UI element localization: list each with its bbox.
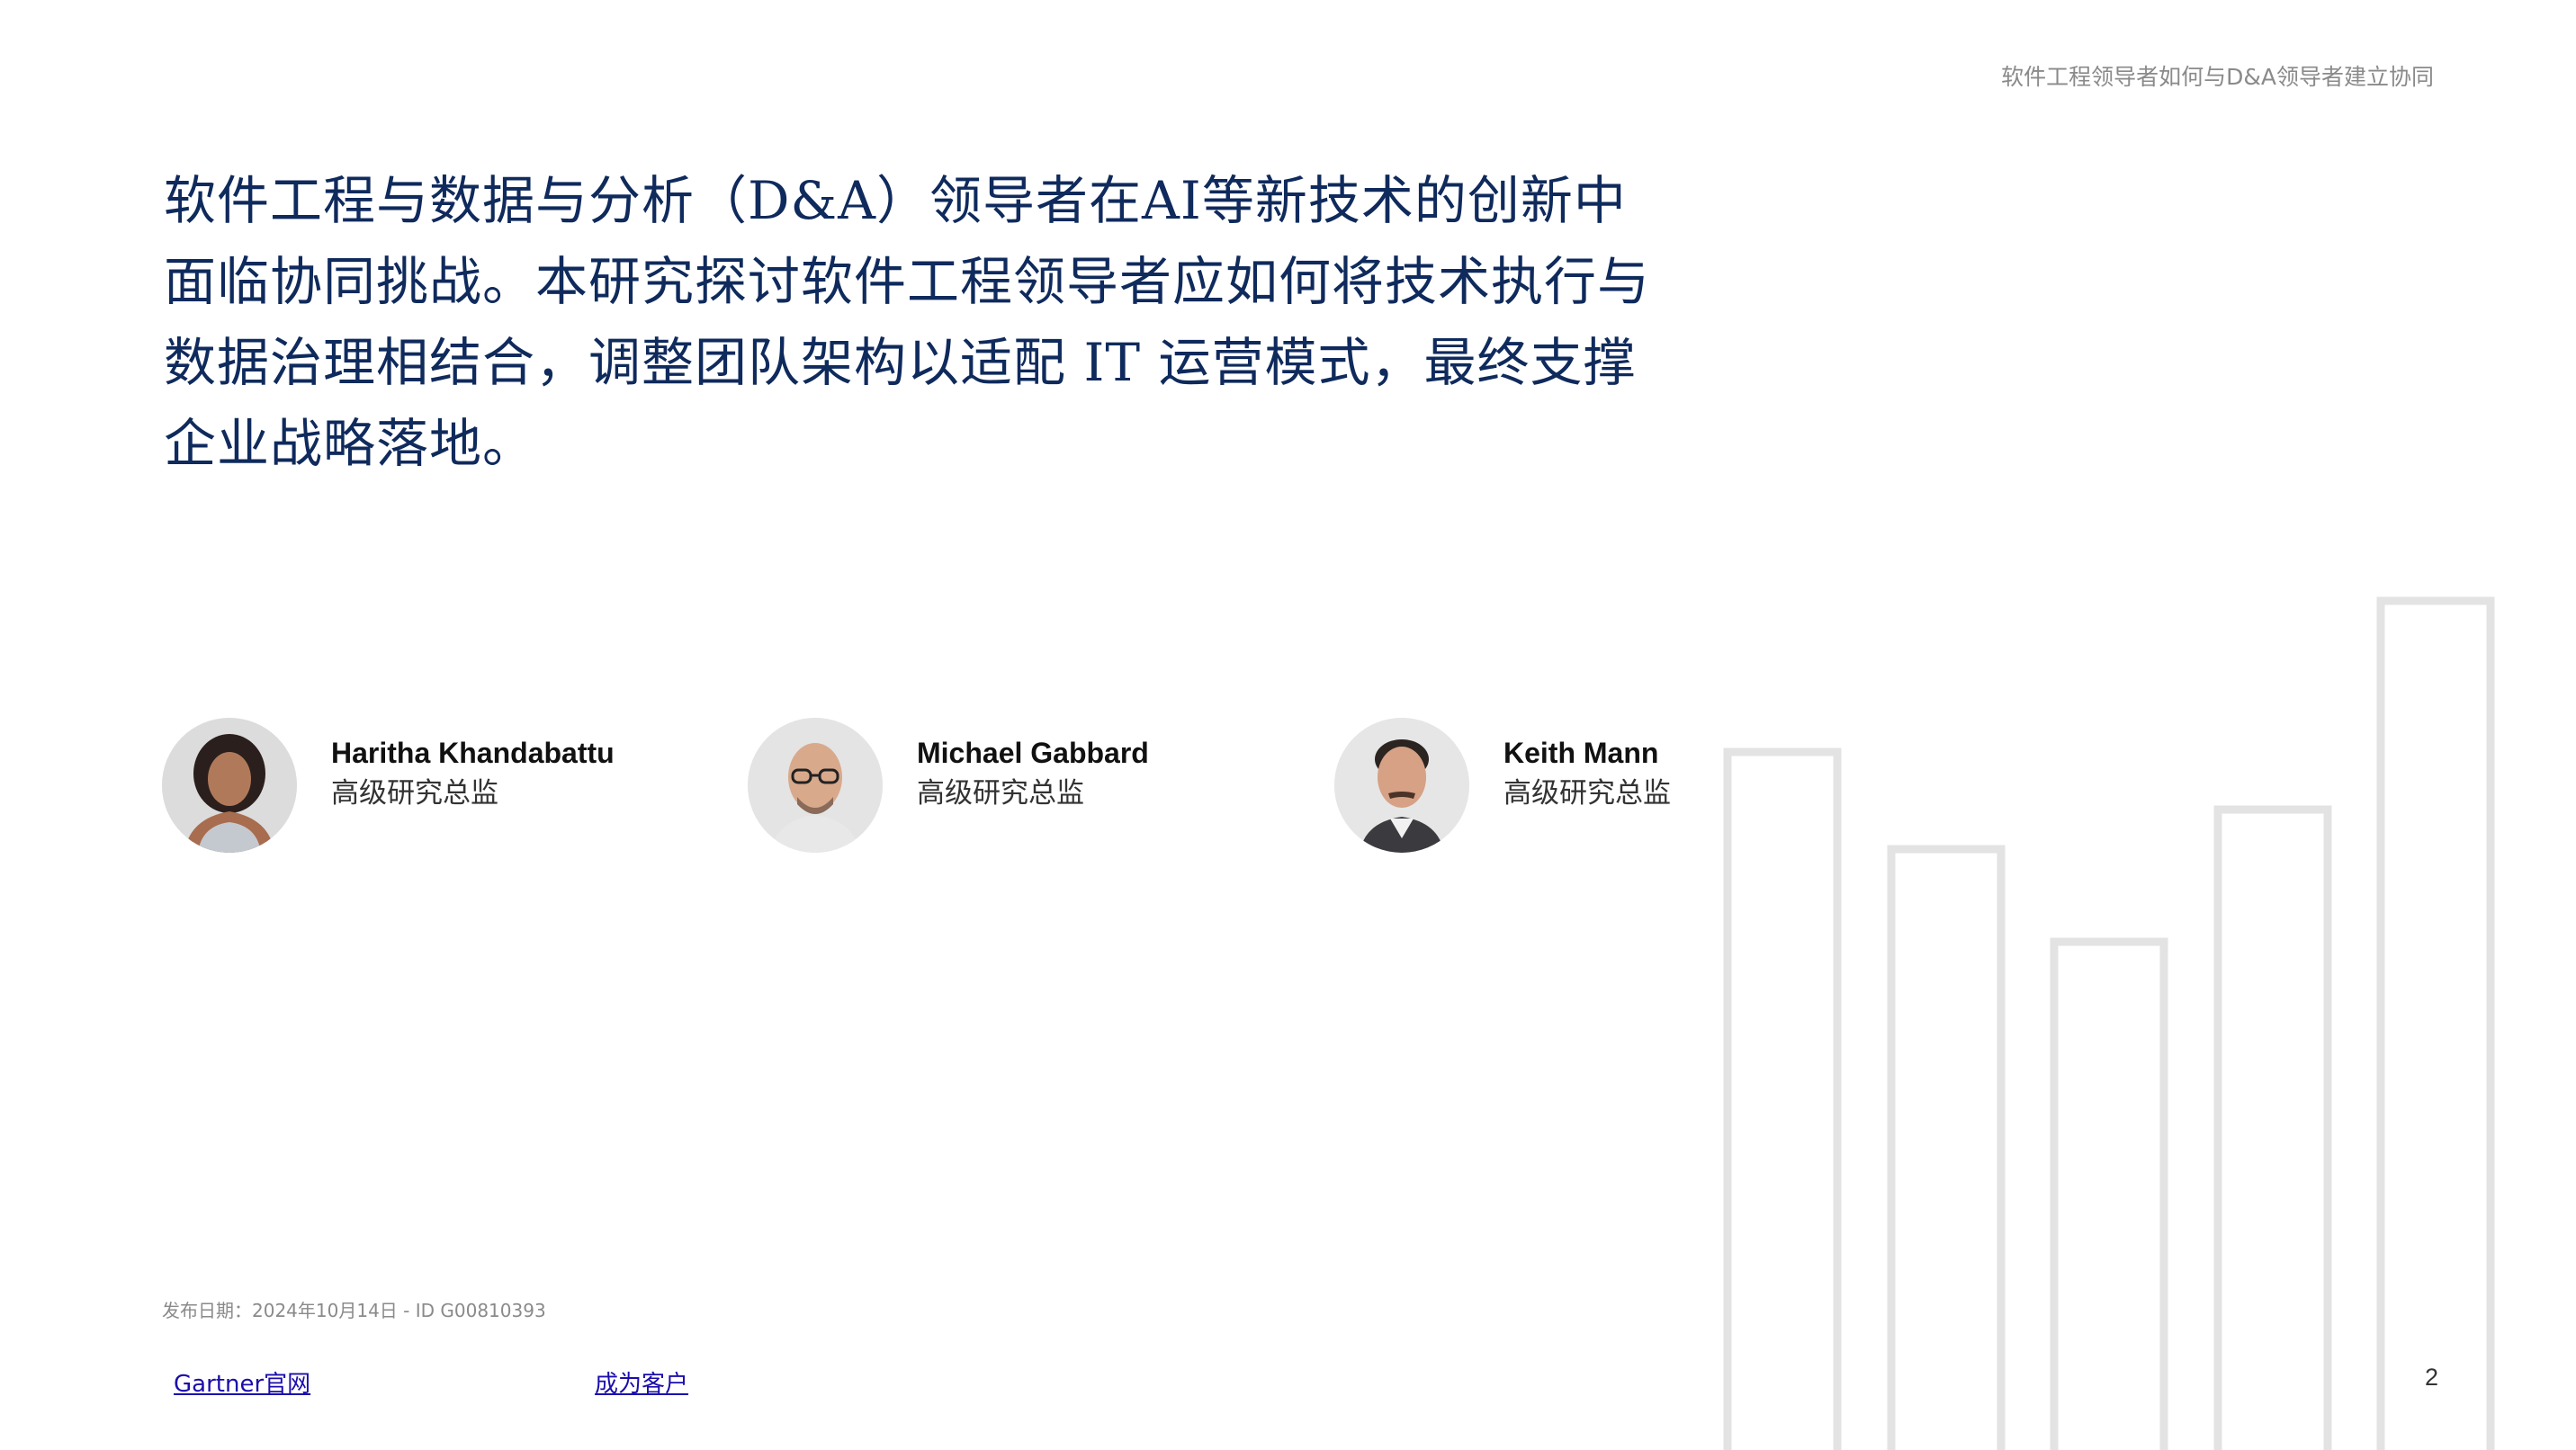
author-card: Keith Mann 高级研究总监 [1334,716,1671,855]
bar-chart-outline-icon [1723,596,2495,1450]
become-client-link[interactable]: 成为客户 [595,1365,688,1399]
author-name: Keith Mann [1503,737,1659,769]
person-photo-icon [162,718,297,853]
gartner-website-link[interactable]: Gartner官网 [174,1365,310,1399]
publication-info: 发布日期：2024年10月14日 - ID G00810393 [162,1300,546,1321]
authors-section: Haritha Khandabattu 高级研究总监 Michael Gabba… [162,716,1782,855]
decor-bar [2050,937,2168,1450]
decor-bar [1723,747,1842,1450]
author-avatar [748,718,883,853]
decor-bar [2376,596,2495,1450]
author-card: Haritha Khandabattu 高级研究总监 [162,716,615,855]
author-name: Michael Gabbard [917,737,1149,769]
decor-bar [2213,805,2332,1450]
author-avatar [162,718,297,853]
person-photo-icon [748,718,883,853]
author-role: 高级研究总监 [917,777,1084,810]
intro-paragraph: 软件工程与数据与分析（D&A）领导者在AI等新技术的创新中面临协同挑战。本研究探… [164,170,1651,474]
author-card: Michael Gabbard 高级研究总监 [748,716,1149,855]
author-name: Haritha Khandabattu [331,737,615,769]
author-role: 高级研究总监 [331,777,498,810]
author-avatar [1334,718,1469,853]
document-header-title: 软件工程领导者如何与D&A领导者建立协同 [2001,64,2434,90]
person-photo-icon [1334,718,1469,853]
author-role: 高级研究总监 [1503,777,1671,810]
decor-bar [1887,845,2006,1450]
